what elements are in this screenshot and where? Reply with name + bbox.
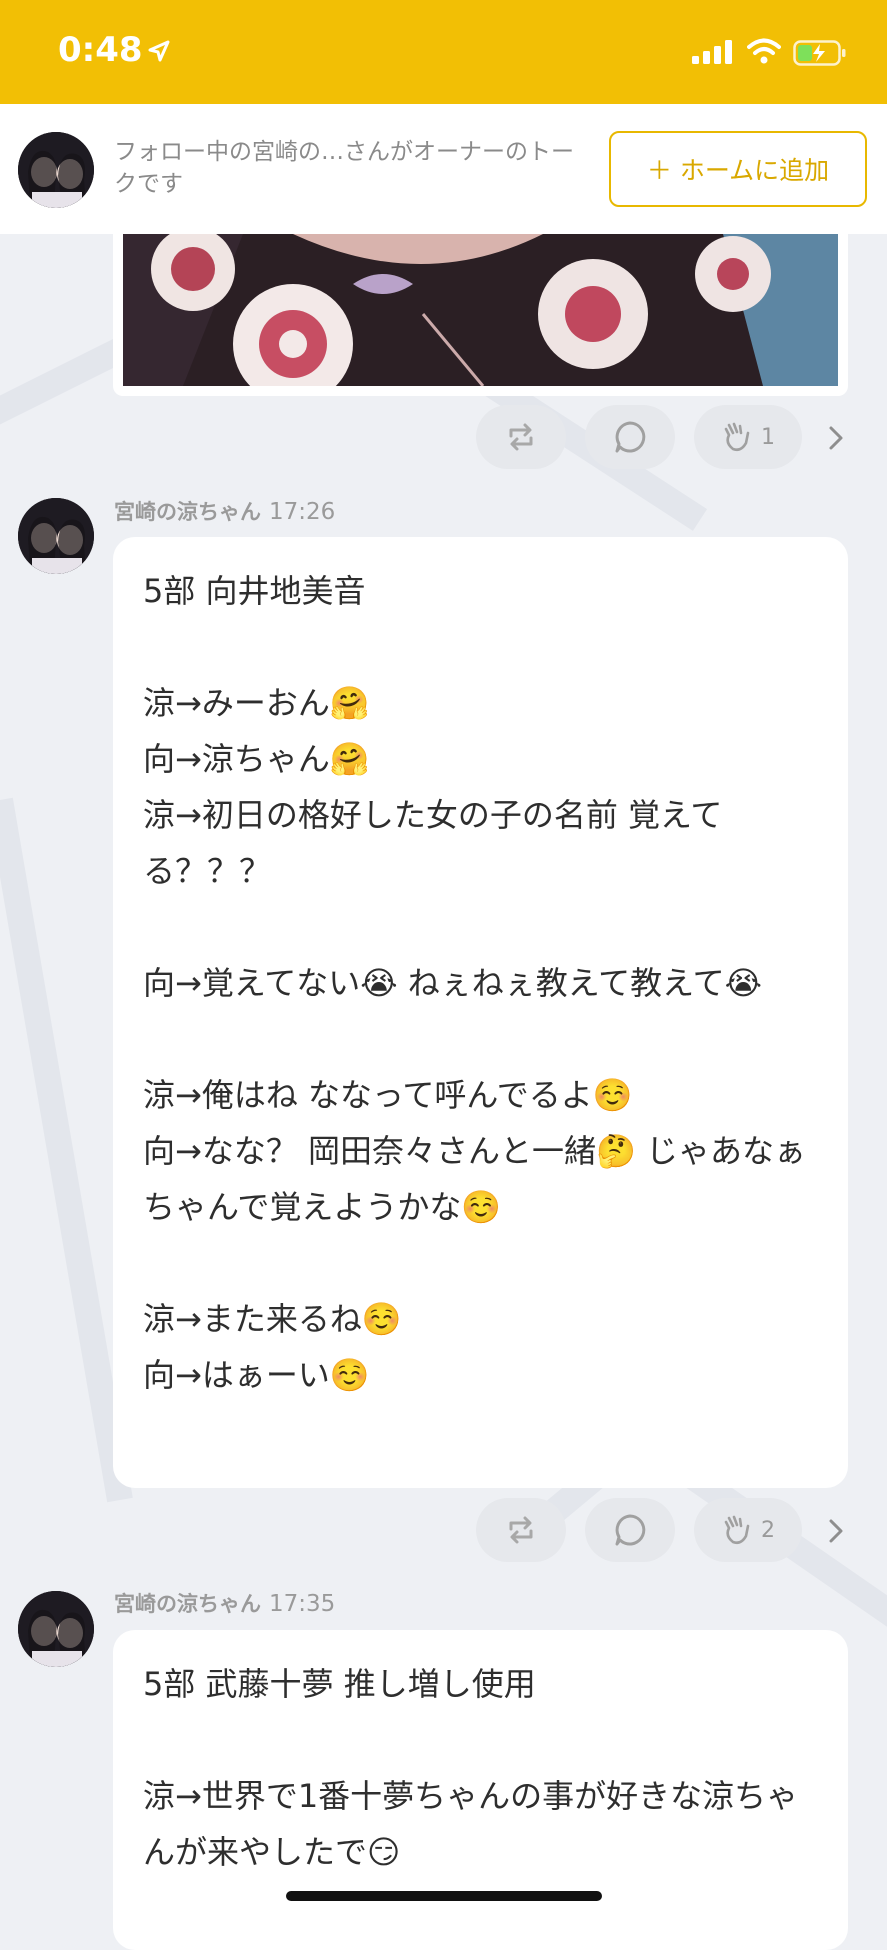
owner-banner: フォロー中の宮崎の…さんがオーナーのトークです ＋ ホームに追加: [0, 104, 887, 234]
repost-button[interactable]: [476, 405, 566, 469]
comment-button[interactable]: [585, 1498, 675, 1562]
message-line: 涼→俺はね ななって呼んでるよ☺️: [143, 1076, 633, 1114]
author-avatar[interactable]: [18, 498, 94, 574]
clap-icon: [724, 422, 750, 452]
message-line: 涼→また来るね☺️: [143, 1300, 402, 1338]
wifi-icon: [747, 38, 781, 64]
owner-avatar[interactable]: [18, 132, 94, 208]
message-line: 涼→みーおん🤗: [143, 684, 370, 722]
add-to-home-button[interactable]: ＋ ホームに追加: [609, 131, 867, 207]
message-bubble[interactable]: 5部 武藤十夢 推し増し使用涼→世界で1番十夢ちゃんの事が好きな涼ちゃんが来やし…: [113, 1630, 848, 1950]
message-time: 17:35: [269, 1591, 336, 1617]
message-line: 涼→初日の格好した女の子の名前 覚えてる？？？: [143, 796, 723, 890]
comment-icon: [615, 421, 646, 453]
repost-icon: [509, 423, 533, 451]
author-name: 宮崎の涼ちゃん: [114, 500, 261, 524]
clap-button[interactable]: 1: [694, 405, 802, 469]
comment-button[interactable]: [585, 405, 675, 469]
clap-count: 1: [761, 424, 775, 450]
post-actions: 2: [476, 1498, 876, 1564]
message-line: 5部 武藤十夢 推し増し使用: [143, 1665, 536, 1703]
message-bubble[interactable]: 5部 向井地美音 涼→みーおん🤗 向→涼ちゃん🤗 涼→初日の格好した女の子の名前 覚え…: [113, 537, 848, 1488]
owner-notice-text: フォロー中の宮崎の…さんがオーナーのトークです: [114, 139, 574, 197]
message-line: 涼→世界で1番十夢ちゃんの事が好きな涼ちゃんが来やしたで😏: [143, 1777, 799, 1871]
clap-button[interactable]: 2: [694, 1498, 802, 1562]
post-actions: 1: [476, 405, 876, 471]
battery-charging-icon: [793, 40, 846, 66]
chevron-right-icon[interactable]: [828, 1518, 844, 1544]
message-line: 向→はぁーい☺️: [143, 1356, 370, 1394]
chevron-right-icon[interactable]: [828, 425, 844, 451]
status-time: 0:48: [58, 30, 143, 70]
post-photo[interactable]: [123, 234, 838, 386]
clap-count: 2: [761, 1517, 775, 1543]
repost-button[interactable]: [476, 1498, 566, 1562]
signal-icon: [692, 40, 732, 64]
message-meta: 宮崎の涼ちゃん 17:26: [114, 496, 335, 526]
image-post-card[interactable]: [113, 234, 848, 396]
repost-icon: [509, 1516, 533, 1544]
message-time: 17:26: [269, 499, 336, 525]
message-line: 5部 向井地美音: [143, 572, 366, 610]
message-line: 向→覚えてない😭 ねぇねぇ教えて教えて😭: [143, 964, 762, 1002]
author-name: 宮崎の涼ちゃん: [114, 1592, 261, 1616]
message-line: 向→なな？ 岡田奈々さんと一緒🤔 じゃあなぁちゃんで覚えようかな☺️: [143, 1132, 807, 1226]
home-indicator: [286, 1891, 602, 1901]
message-line: 向→涼ちゃん🤗: [143, 740, 370, 778]
message-meta: 宮崎の涼ちゃん 17:35: [114, 1588, 335, 1618]
status-bar: 0:48: [0, 0, 887, 104]
clap-icon: [724, 1515, 750, 1545]
comment-icon: [615, 1514, 646, 1546]
author-avatar[interactable]: [18, 1591, 94, 1667]
location-arrow-icon: [148, 40, 170, 62]
